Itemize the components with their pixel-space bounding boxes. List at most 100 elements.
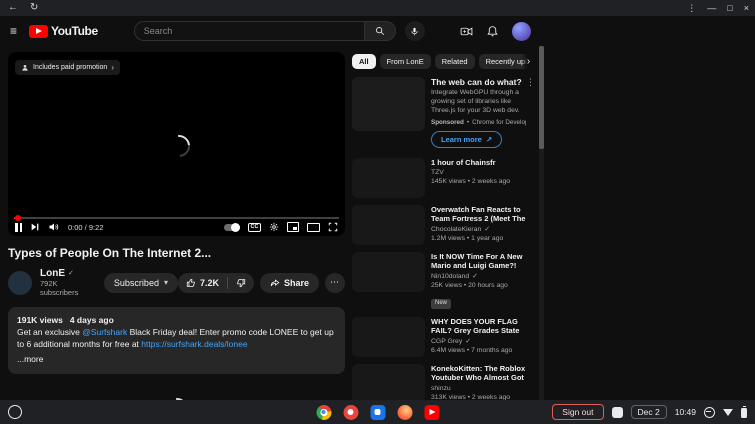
sponsored-label: Sponsored: [431, 119, 464, 127]
battery-icon[interactable]: [741, 405, 747, 418]
ad-thumbnail[interactable]: [352, 77, 425, 131]
refresh-icon[interactable]: ↻: [30, 0, 38, 16]
channel-info[interactable]: LonE ✓ 792K subscribers: [40, 268, 92, 297]
maximize-icon[interactable]: □: [727, 0, 732, 16]
related-video-meta: 6.4M views • 7 months ago: [431, 346, 513, 354]
related-video-item[interactable]: WHY DOES YOUR FLAG FAIL? Grey Grades Sta…: [352, 317, 535, 358]
verified-badge-icon: ✓: [484, 226, 491, 234]
tray-app-icon[interactable]: [611, 406, 623, 418]
related-video-item[interactable]: Is It NOW Time For A New Mario and Luigi…: [352, 252, 535, 310]
chip-related[interactable]: Related: [434, 53, 475, 69]
chrome-app-icon[interactable]: [316, 404, 331, 420]
youtube-app-icon[interactable]: [424, 404, 439, 420]
chip-all[interactable]: All: [352, 53, 376, 69]
voice-search-button[interactable]: [404, 21, 425, 41]
related-video-meta: 145K views • 2 weeks ago: [431, 177, 511, 185]
ad-menu-icon[interactable]: ⋮: [526, 77, 535, 88]
surfshark-url-link[interactable]: https://surfshark.deals/lonee: [141, 339, 247, 349]
autoplay-toggle[interactable]: [224, 222, 241, 232]
primary-column: Includes paid promotion › 0:00 / 9:22 CC…: [8, 52, 345, 424]
related-channel-name[interactable]: ChocolateKieran: [431, 226, 481, 234]
new-badge: New: [431, 299, 452, 309]
video-thumbnail[interactable]: [352, 364, 425, 405]
upload-date: 4 days ago: [69, 315, 114, 326]
related-video-title[interactable]: Overwatch Fan Reacts to Team Fortress 2 …: [431, 205, 535, 224]
chip-from-channel[interactable]: From LonE: [379, 53, 431, 69]
related-channel-name[interactable]: TZV: [431, 169, 444, 177]
fullscreen-icon[interactable]: [328, 222, 338, 232]
account-avatar[interactable]: [512, 21, 531, 41]
surfshark-channel-link[interactable]: @Surfshark: [82, 327, 127, 337]
related-channel-name[interactable]: Nin10doland: [431, 273, 469, 281]
hamburger-menu-icon[interactable]: ≡: [10, 24, 17, 38]
system-shelf: Sign out Dec 2 10:49: [0, 400, 755, 424]
video-thumbnail[interactable]: [352, 252, 425, 293]
browser-menu-icon[interactable]: ⋮: [687, 0, 696, 16]
sign-out-button[interactable]: Sign out: [552, 404, 604, 420]
sponsored-ad-card[interactable]: The web can do what? Integrate WebGPU th…: [352, 77, 535, 149]
channel-avatar[interactable]: [8, 270, 32, 295]
captions-icon[interactable]: CC: [248, 222, 261, 232]
create-icon[interactable]: [460, 25, 473, 38]
do-not-disturb-icon[interactable]: [704, 406, 715, 418]
paid-promotion-badge[interactable]: Includes paid promotion ›: [15, 60, 120, 75]
related-video-title[interactable]: 1 hour of Chainsfr: [431, 158, 535, 167]
dislike-button[interactable]: [228, 278, 254, 288]
related-video-title[interactable]: KonekoKitten: The Roblox Youtuber Who Al…: [431, 364, 535, 383]
related-video-title[interactable]: Is It NOW Time For A New Mario and Luigi…: [431, 252, 535, 271]
related-channel-name[interactable]: shinzu: [431, 385, 451, 393]
mic-icon: [410, 27, 419, 36]
search-input[interactable]: [133, 21, 364, 41]
related-video-title[interactable]: WHY DOES YOUR FLAG FAIL? Grey Grades Sta…: [431, 317, 535, 336]
blue-app-icon[interactable]: [370, 404, 385, 420]
clock[interactable]: 10:49: [675, 407, 696, 417]
search-button[interactable]: [363, 21, 396, 41]
player-controls: 0:00 / 9:22 CC: [15, 220, 338, 234]
video-player[interactable]: Includes paid promotion › 0:00 / 9:22 CC: [8, 52, 345, 236]
ad-learn-more-button[interactable]: Learn more ↗: [431, 131, 503, 149]
video-thumbnail[interactable]: [352, 317, 425, 358]
description-stats: 191K views 4 days ago: [17, 315, 336, 327]
launcher-icon[interactable]: [8, 405, 22, 419]
date-chip[interactable]: Dec 2: [630, 405, 667, 419]
progress-bar[interactable]: [14, 215, 339, 221]
settings-gear-icon[interactable]: [269, 222, 279, 232]
youtube-logo[interactable]: YouTube: [29, 24, 98, 38]
minimize-icon[interactable]: —: [707, 0, 716, 16]
external-link-icon: ↗: [485, 135, 493, 145]
pause-icon[interactable]: [15, 222, 22, 232]
orange-app-icon[interactable]: [397, 404, 412, 420]
youtube-play-icon: [29, 24, 49, 38]
chips-scroll-right-icon[interactable]: ›: [522, 52, 535, 70]
ad-title[interactable]: The web can do what?: [431, 77, 526, 87]
show-more-link[interactable]: ...more: [17, 354, 336, 366]
scrollbar-thumb[interactable]: [539, 46, 544, 149]
video-thumbnail[interactable]: [352, 158, 425, 199]
description-box[interactable]: 191K views 4 days ago Get an exclusive @S…: [8, 307, 345, 374]
share-label: Share: [283, 277, 309, 288]
like-button[interactable]: 7.2K: [178, 278, 227, 288]
video-title: Types of People On The Internet 2...: [8, 246, 212, 260]
related-video-meta: 1.2M views • 1 year ago: [431, 234, 504, 242]
related-video-item[interactable]: KonekoKitten: The Roblox Youtuber Who Al…: [352, 364, 535, 405]
related-videos-list: 1 hour of Chainsfr TZV 145K views • 2 we…: [352, 158, 535, 424]
share-button[interactable]: Share: [259, 272, 319, 293]
theater-mode-icon[interactable]: [307, 222, 320, 232]
related-video-item[interactable]: Overwatch Fan Reacts to Team Fortress 2 …: [352, 205, 535, 246]
video-thumbnail[interactable]: [352, 205, 425, 246]
volume-icon[interactable]: [48, 221, 60, 233]
back-icon[interactable]: ←: [8, 0, 18, 16]
wifi-icon[interactable]: [723, 408, 733, 416]
youtube-logo-text: YouTube: [51, 24, 98, 38]
miniplayer-icon[interactable]: [287, 222, 299, 232]
more-actions-button[interactable]: ⋯: [325, 272, 345, 293]
related-channel-name[interactable]: CGP Grey: [431, 338, 462, 346]
red-app-icon[interactable]: [343, 404, 358, 420]
next-icon[interactable]: [30, 222, 40, 232]
page-scrollbar[interactable]: [539, 46, 544, 400]
subscribed-button[interactable]: Subscribed ▾: [103, 272, 178, 293]
close-icon[interactable]: ×: [744, 0, 749, 16]
related-video-item[interactable]: 1 hour of Chainsfr TZV 145K views • 2 we…: [352, 158, 535, 199]
paid-promotion-icon: [21, 64, 29, 72]
notifications-bell-icon[interactable]: [486, 25, 499, 38]
